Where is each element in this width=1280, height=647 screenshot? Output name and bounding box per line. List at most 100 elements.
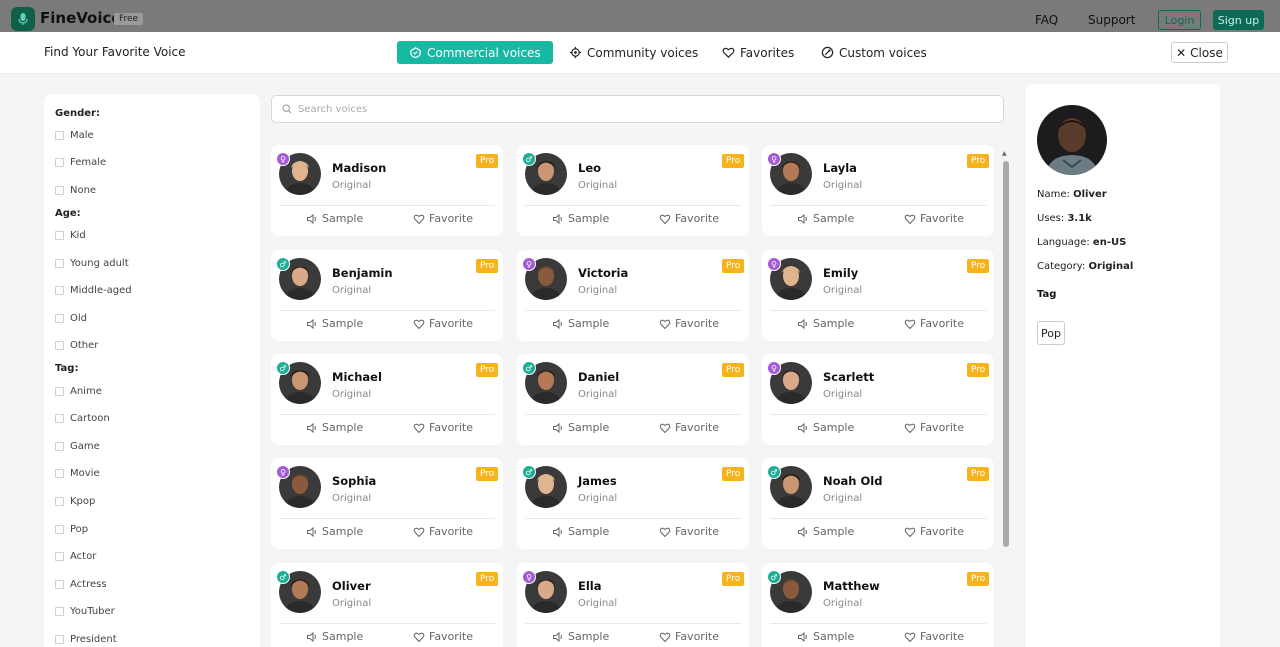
tag-chip[interactable]: Pop [1037, 321, 1065, 345]
favorite-button[interactable]: Favorite [413, 630, 473, 643]
filter-tag-option[interactable]: Actress [55, 579, 107, 590]
sample-button[interactable]: Sample [552, 525, 609, 538]
voice-card[interactable]: ♂ Daniel Original Pro Sample Favorite [517, 354, 749, 445]
scroll-up-icon[interactable]: ▲ [1002, 150, 1007, 157]
voice-card[interactable]: ♂ Michael Original Pro Sample Favorite [271, 354, 503, 445]
filter-tag-option[interactable]: Cartoon [55, 413, 110, 424]
voice-card[interactable]: ♀ Madison Original Pro Sample Favorite [271, 145, 503, 236]
voice-category: Original [823, 598, 863, 609]
nav-support[interactable]: Support [1088, 13, 1135, 27]
favorite-button[interactable]: Favorite [659, 317, 719, 330]
brand-name[interactable]: FineVoice [40, 9, 122, 27]
checkbox[interactable] [55, 314, 64, 323]
filter-tag-option[interactable]: Kpop [55, 496, 95, 507]
filter-gender-option[interactable]: Female [55, 157, 106, 168]
checkbox[interactable] [55, 231, 64, 240]
filter-gender-option[interactable]: None [55, 185, 96, 196]
checkbox[interactable] [55, 131, 64, 140]
sample-button[interactable]: Sample [306, 317, 363, 330]
tab-commercial-voices[interactable]: Commercial voices [397, 41, 553, 64]
voice-card[interactable]: ♀ Sophia Original Pro Sample Favorite [271, 458, 503, 549]
voice-card[interactable]: ♂ Leo Original Pro Sample Favorite [517, 145, 749, 236]
close-button[interactable]: ✕ Close [1171, 42, 1228, 63]
search-box[interactable] [271, 95, 1004, 123]
sample-button[interactable]: Sample [552, 421, 609, 434]
checkbox[interactable] [55, 497, 64, 506]
sample-button[interactable]: Sample [552, 212, 609, 225]
voice-card[interactable]: ♀ Victoria Original Pro Sample Favorite [517, 250, 749, 341]
checkbox[interactable] [55, 186, 64, 195]
filter-age-option[interactable]: Old [55, 313, 87, 324]
filter-tag-option[interactable]: Game [55, 441, 100, 452]
favorite-button[interactable]: Favorite [904, 630, 964, 643]
detail-uses: Uses: 3.1k [1037, 213, 1092, 224]
checkbox[interactable] [55, 341, 64, 350]
favorite-button[interactable]: Favorite [904, 421, 964, 434]
checkbox[interactable] [55, 607, 64, 616]
favorite-button[interactable]: Favorite [659, 525, 719, 538]
checkbox[interactable] [55, 442, 64, 451]
favorite-button[interactable]: Favorite [659, 421, 719, 434]
filter-age-option[interactable]: Kid [55, 230, 86, 241]
sample-button[interactable]: Sample [552, 630, 609, 643]
filter-age-option[interactable]: Other [55, 340, 98, 351]
sample-button[interactable]: Sample [797, 630, 854, 643]
sample-button[interactable]: Sample [552, 317, 609, 330]
filter-tag-option[interactable]: Anime [55, 386, 102, 397]
filter-tag-option[interactable]: YouTuber [55, 606, 115, 617]
voice-card[interactable]: ♀ Scarlett Original Pro Sample Favorite [762, 354, 994, 445]
checkbox[interactable] [55, 469, 64, 478]
filter-age-option[interactable]: Middle-aged [55, 285, 132, 296]
search-input[interactable] [298, 103, 978, 115]
favorite-button[interactable]: Favorite [413, 212, 473, 225]
voice-card[interactable]: ♀ Ella Original Pro Sample Favorite [517, 563, 749, 647]
sample-button[interactable]: Sample [797, 317, 854, 330]
filter-tag-option[interactable]: Pop [55, 524, 88, 535]
filter-gender-option[interactable]: Male [55, 130, 94, 141]
sample-button[interactable]: Sample [306, 525, 363, 538]
sample-button[interactable]: Sample [797, 212, 854, 225]
voice-card[interactable]: ♂ Noah Old Original Pro Sample Favorite [762, 458, 994, 549]
favorite-button[interactable]: Favorite [904, 212, 964, 225]
checkbox[interactable] [55, 286, 64, 295]
favorite-button[interactable]: Favorite [413, 317, 473, 330]
tab-community-voices[interactable]: Community voices [557, 41, 710, 64]
nav-faq[interactable]: FAQ [1035, 13, 1058, 27]
voice-card[interactable]: ♂ Oliver Original Pro Sample Favorite [271, 563, 503, 647]
voice-card[interactable]: ♀ Emily Original Pro Sample Favorite [762, 250, 994, 341]
signup-button[interactable]: Sign up [1213, 10, 1264, 30]
sample-button[interactable]: Sample [306, 630, 363, 643]
favorite-button[interactable]: Favorite [904, 525, 964, 538]
filter-tag-option[interactable]: Movie [55, 468, 100, 479]
tab-custom-voices[interactable]: Custom voices [809, 41, 939, 64]
favorite-button[interactable]: Favorite [659, 630, 719, 643]
favorite-button[interactable]: Favorite [904, 317, 964, 330]
tab-favorites[interactable]: Favorites [710, 41, 806, 64]
checkbox[interactable] [55, 525, 64, 534]
scrollbar-thumb[interactable] [1003, 161, 1009, 547]
card-divider [525, 205, 741, 206]
checkbox[interactable] [55, 259, 64, 268]
voice-card[interactable]: ♂ Matthew Original Pro Sample Favorite [762, 563, 994, 647]
checkbox[interactable] [55, 414, 64, 423]
login-button[interactable]: Login [1158, 10, 1201, 30]
favorite-button[interactable]: Favorite [413, 525, 473, 538]
voice-card[interactable]: ♂ Benjamin Original Pro Sample Favorite [271, 250, 503, 341]
voice-card[interactable]: ♂ James Original Pro Sample Favorite [517, 458, 749, 549]
voice-card[interactable]: ♀ Layla Original Pro Sample Favorite [762, 145, 994, 236]
filter-tag-option[interactable]: President [55, 634, 117, 645]
filter-tag-option[interactable]: Actor [55, 551, 96, 562]
checkbox[interactable] [55, 387, 64, 396]
checkbox[interactable] [55, 580, 64, 589]
sample-button[interactable]: Sample [797, 525, 854, 538]
sample-button[interactable]: Sample [797, 421, 854, 434]
checkbox[interactable] [55, 158, 64, 167]
checkbox[interactable] [55, 635, 64, 644]
favorite-button[interactable]: Favorite [413, 421, 473, 434]
favorite-button[interactable]: Favorite [659, 212, 719, 225]
sample-button[interactable]: Sample [306, 421, 363, 434]
filter-age-option[interactable]: Young adult [55, 258, 129, 269]
speaker-icon [798, 318, 807, 329]
sample-button[interactable]: Sample [306, 212, 363, 225]
checkbox[interactable] [55, 552, 64, 561]
